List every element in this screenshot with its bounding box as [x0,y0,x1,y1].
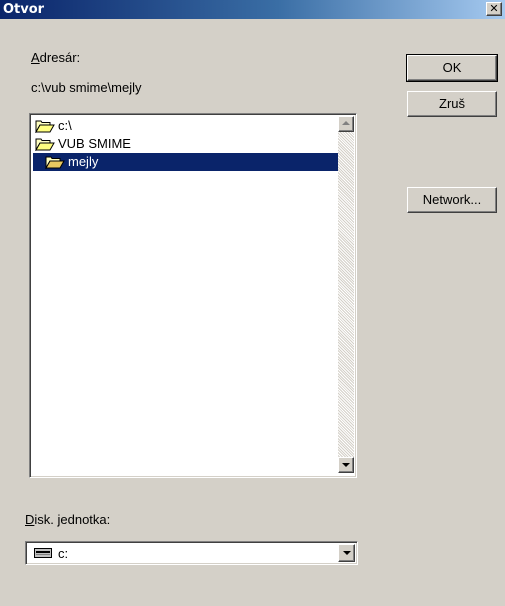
network-button[interactable]: Network... [407,187,497,213]
close-button[interactable]: ✕ [486,2,502,16]
drive-label: Disk. jednotka: [25,512,111,527]
arrow-down-icon [342,463,350,467]
cancel-button[interactable]: Zruš [407,91,497,117]
vertical-scrollbar[interactable] [338,116,354,473]
arrow-up-icon [342,121,350,125]
title-bar[interactable]: Otvor ✕ [0,0,505,19]
scroll-up-button[interactable] [338,116,354,132]
open-folder-icon [45,156,65,169]
open-folder-icon [35,138,55,151]
drive-dropdown-button[interactable] [338,544,355,562]
drive-select[interactable]: c: [25,541,358,565]
directory-label: Adresár: [31,50,81,65]
folder-item-mejly[interactable]: mejly [33,153,338,171]
drive-value: c: [58,545,69,561]
close-icon: ✕ [489,2,499,15]
window-title: Otvor [3,2,45,17]
open-folder-icon [35,120,55,133]
chevron-down-icon [343,551,351,555]
folder-list[interactable]: c:\ VUB SMIME mejly [29,113,357,478]
ok-button[interactable]: OK [406,54,498,82]
folder-item-vub-smime[interactable]: VUB SMIME [33,135,338,153]
scroll-down-button[interactable] [338,457,354,473]
folder-item-root[interactable]: c:\ [33,117,338,135]
directory-path: c:\vub smime\mejly [31,80,142,95]
drive-icon [34,548,52,558]
